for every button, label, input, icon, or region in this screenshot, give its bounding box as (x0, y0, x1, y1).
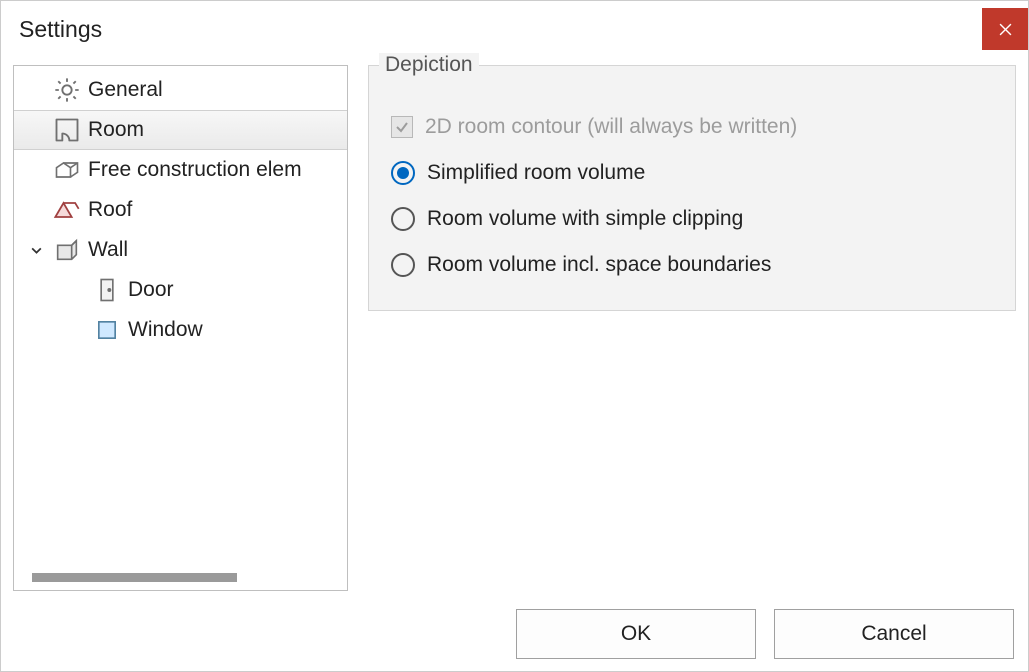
sidebar: General Room Free construction elem (13, 65, 348, 591)
chevron-down-icon (30, 244, 43, 257)
checkbox-2d-contour: 2D room contour (will always be written) (391, 104, 993, 150)
close-button[interactable] (982, 8, 1028, 50)
expander-collapse[interactable] (24, 244, 48, 257)
dialog-footer: OK Cancel (502, 599, 1028, 671)
tree-label: Room (86, 118, 144, 142)
radio-icon (391, 253, 415, 277)
button-label: OK (621, 622, 651, 646)
radio-label: Simplified room volume (427, 161, 645, 185)
titlebar: Settings (1, 1, 1028, 57)
tree: General Room Free construction elem (14, 66, 347, 354)
room-icon (50, 116, 84, 144)
ok-button[interactable]: OK (516, 609, 756, 659)
radio-icon (391, 207, 415, 231)
tree-item-free-construction[interactable]: Free construction elem (14, 150, 347, 190)
roof-icon (50, 196, 84, 224)
tree-item-roof[interactable]: Roof (14, 190, 347, 230)
radio-label: Room volume incl. space boundaries (427, 253, 771, 277)
tree-item-room[interactable]: Room (14, 110, 347, 150)
horizontal-scrollbar[interactable] (17, 569, 344, 587)
radio-simple-clipping[interactable]: Room volume with simple clipping (391, 196, 993, 242)
wall-icon (50, 236, 84, 264)
tree-label: General (86, 78, 163, 102)
button-label: Cancel (861, 622, 926, 646)
depiction-groupbox: Depiction 2D room contour (will always b… (368, 65, 1016, 311)
gear-icon (50, 76, 84, 104)
tree-item-general[interactable]: General (14, 70, 347, 110)
window-title: Settings (19, 16, 102, 43)
tree-item-window[interactable]: Window (14, 310, 347, 350)
dialog-body: General Room Free construction elem (1, 57, 1028, 599)
checkbox-icon (391, 116, 413, 138)
door-icon (90, 276, 124, 304)
tree-label: Wall (86, 238, 128, 262)
radio-space-boundaries[interactable]: Room volume incl. space boundaries (391, 242, 993, 288)
cancel-button[interactable]: Cancel (774, 609, 1014, 659)
scrollbar-thumb[interactable] (32, 573, 237, 582)
radio-simplified-volume[interactable]: Simplified room volume (391, 150, 993, 196)
tree-item-wall[interactable]: Wall (14, 230, 347, 270)
tree-label: Roof (86, 198, 132, 222)
radio-label: Room volume with simple clipping (427, 207, 743, 231)
checkbox-label: 2D room contour (will always be written) (425, 115, 797, 139)
close-icon (999, 23, 1012, 36)
content-panel: Depiction 2D room contour (will always b… (368, 65, 1016, 591)
window-icon (90, 316, 124, 344)
tree-label: Door (126, 278, 174, 302)
tree-label: Free construction elem (86, 158, 302, 182)
groupbox-title: Depiction (379, 53, 479, 77)
tree-label: Window (126, 318, 203, 342)
radio-icon (391, 161, 415, 185)
tree-item-door[interactable]: Door (14, 270, 347, 310)
free-construction-icon (50, 156, 84, 184)
